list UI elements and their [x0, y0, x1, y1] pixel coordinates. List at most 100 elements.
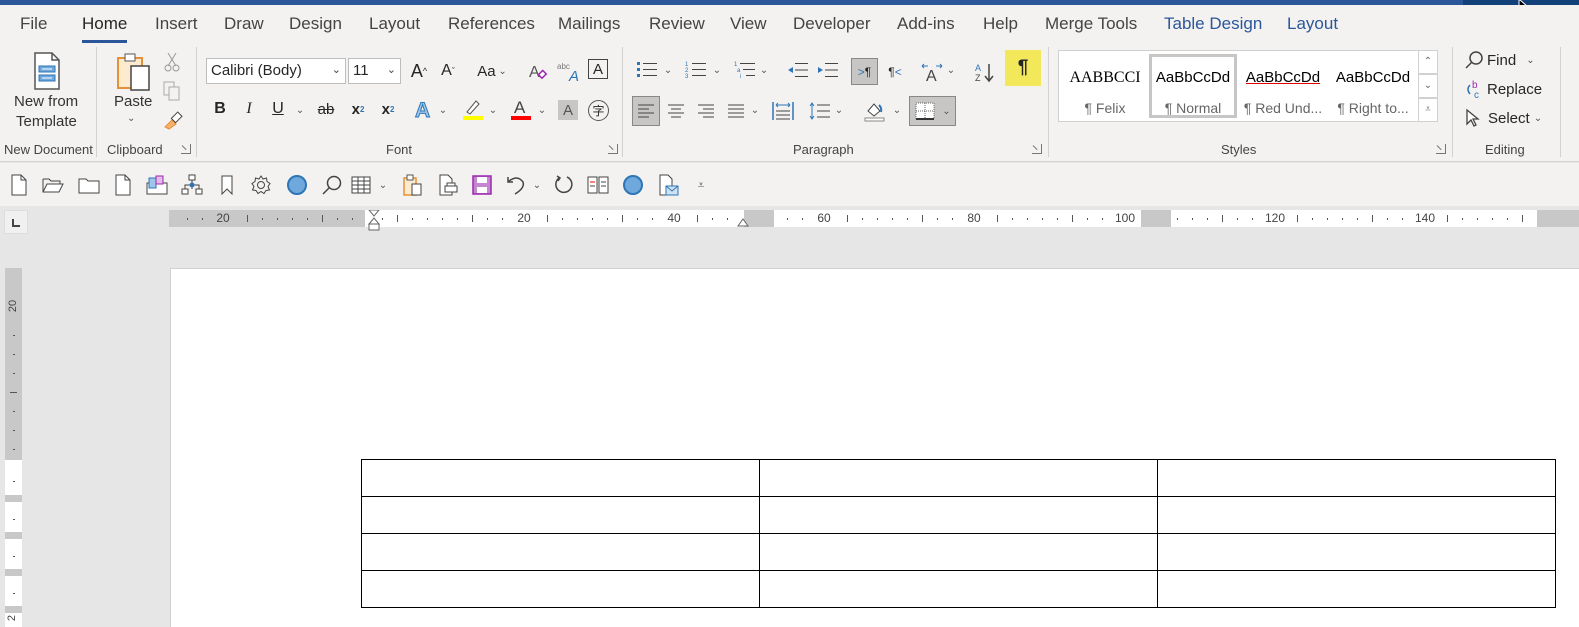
- align-right-icon[interactable]: [694, 98, 718, 124]
- table-cell[interactable]: [1157, 496, 1556, 534]
- undo-icon[interactable]: [504, 173, 528, 197]
- borders-button[interactable]: ⌄: [909, 96, 956, 126]
- document-table[interactable]: [361, 459, 1556, 608]
- undo-dropdown-chevron-icon[interactable]: ⌄: [530, 173, 544, 197]
- 3d-models-icon[interactable]: [145, 173, 169, 197]
- tab-table-design[interactable]: Table Design: [1164, 14, 1262, 34]
- font-launcher-icon[interactable]: [608, 144, 618, 154]
- align-center-icon[interactable]: [664, 98, 688, 124]
- tab-developer[interactable]: Developer: [793, 14, 871, 34]
- styles-scroll-down-icon[interactable]: ⌄: [1418, 74, 1438, 98]
- find-button[interactable]: Find ⌄: [1464, 49, 1544, 71]
- indent-marker-icon[interactable]: [365, 210, 385, 236]
- font-name-dropdown[interactable]: Calibri (Body) ⌄: [206, 58, 346, 84]
- clear-formatting-icon[interactable]: A: [527, 58, 549, 84]
- font-size-dropdown[interactable]: 11 ⌄: [348, 58, 401, 84]
- tab-layout[interactable]: Layout: [369, 14, 420, 34]
- shading-icon[interactable]: [862, 98, 888, 124]
- new-doc-icon[interactable]: [7, 173, 31, 197]
- table-cell[interactable]: [759, 459, 1158, 497]
- style-right-to[interactable]: AaBbCcDd ¶ Right to...: [1329, 54, 1417, 118]
- font-color-icon[interactable]: A: [509, 96, 533, 122]
- new-from-template-label-1[interactable]: New from: [14, 93, 78, 110]
- select-button[interactable]: Select ⌄: [1464, 107, 1554, 129]
- table-cell[interactable]: [361, 570, 760, 608]
- styles-scroll-up-icon[interactable]: ⌃: [1418, 50, 1438, 74]
- style-normal[interactable]: AaBbCcDd ¶ Normal: [1149, 54, 1237, 118]
- clipboard-launcher-icon[interactable]: [181, 144, 191, 154]
- tab-mailings[interactable]: Mailings: [558, 14, 620, 34]
- sort-icon[interactable]: AZ: [973, 58, 997, 85]
- customize-qat-icon[interactable]: ⩡: [694, 173, 708, 197]
- bullets-dropdown-chevron-icon[interactable]: ⌄: [662, 61, 674, 79]
- ruler-column-marker[interactable]: [1141, 210, 1171, 227]
- strikethrough-button[interactable]: ab: [314, 98, 338, 120]
- highlight-color-icon[interactable]: [461, 96, 485, 122]
- text-effects-dropdown-chevron-icon[interactable]: ⌄: [437, 101, 449, 119]
- table-cell[interactable]: [361, 496, 760, 534]
- table-cell[interactable]: [1157, 459, 1556, 497]
- tab-home[interactable]: Home: [82, 14, 128, 43]
- table-dropdown-chevron-icon[interactable]: ⌄: [376, 173, 390, 197]
- change-case-button[interactable]: Aa ⌄: [473, 58, 511, 84]
- tab-add-ins[interactable]: Add-ins: [897, 14, 955, 34]
- style-felix[interactable]: AABBCCI ¶ Felix: [1061, 54, 1149, 118]
- tab-view[interactable]: View: [730, 14, 767, 34]
- table-cell[interactable]: [1157, 570, 1556, 608]
- highlight-dropdown-chevron-icon[interactable]: ⌄: [487, 101, 499, 119]
- text-effects-abc-icon[interactable]: abc A: [557, 58, 581, 84]
- underline-dropdown-chevron-icon[interactable]: ⌄: [294, 101, 306, 119]
- blank-page-icon[interactable]: [111, 173, 135, 197]
- redo-icon[interactable]: [552, 173, 576, 197]
- document-page[interactable]: [170, 268, 1579, 627]
- increase-indent-icon[interactable]: [816, 59, 840, 81]
- settings-gear-icon[interactable]: [249, 173, 273, 197]
- paste-icon[interactable]: [114, 51, 154, 93]
- distributed-icon[interactable]: [771, 98, 795, 124]
- table-cell[interactable]: [361, 533, 760, 571]
- table-cell[interactable]: [759, 533, 1158, 571]
- read-mode-icon[interactable]: [586, 173, 610, 197]
- tab-review[interactable]: Review: [649, 14, 705, 34]
- character-shading-icon[interactable]: A: [558, 100, 578, 120]
- enclose-characters-icon[interactable]: 字: [588, 100, 609, 121]
- paragraph-launcher-icon[interactable]: [1032, 144, 1042, 154]
- copy-icon[interactable]: [162, 81, 182, 101]
- decrease-indent-icon[interactable]: [786, 59, 810, 81]
- bookmark-icon[interactable]: [215, 173, 239, 197]
- justify-dropdown-chevron-icon[interactable]: ⌄: [749, 101, 761, 119]
- table-cell[interactable]: [361, 459, 760, 497]
- new-from-template-label-2[interactable]: Template: [16, 113, 77, 130]
- ruler-row-marker[interactable]: [5, 569, 22, 576]
- blue-circle-icon[interactable]: [285, 173, 309, 197]
- align-left-icon[interactable]: [632, 96, 660, 126]
- multilevel-list-icon[interactable]: 1ai: [733, 59, 757, 81]
- save-icon[interactable]: [470, 173, 494, 197]
- open-folder-icon[interactable]: [41, 173, 65, 197]
- email-doc-icon[interactable]: [657, 173, 681, 197]
- tab-table-layout[interactable]: Layout: [1287, 14, 1338, 34]
- line-spacing-icon[interactable]: [808, 98, 832, 124]
- right-indent-marker-icon[interactable]: [737, 217, 749, 227]
- tab-design[interactable]: Design: [289, 14, 342, 34]
- table-icon[interactable]: [350, 173, 372, 197]
- numbering-icon[interactable]: 123: [684, 59, 708, 81]
- bold-button[interactable]: B: [210, 98, 230, 120]
- search-icon[interactable]: [320, 173, 344, 197]
- cut-icon[interactable]: [162, 52, 182, 72]
- multilevel-dropdown-chevron-icon[interactable]: ⌄: [758, 61, 770, 79]
- styles-more-icon[interactable]: ⩡: [1418, 98, 1438, 122]
- italic-button[interactable]: I: [239, 98, 259, 120]
- font-color-dropdown-chevron-icon[interactable]: ⌄: [536, 101, 548, 119]
- character-border-icon[interactable]: A: [588, 59, 608, 79]
- ruler-row-marker[interactable]: [5, 495, 22, 502]
- show-hide-marks-button[interactable]: ¶: [1005, 50, 1041, 86]
- numbering-dropdown-chevron-icon[interactable]: ⌄: [711, 61, 723, 79]
- right-to-left-icon[interactable]: ¶ <: [883, 58, 907, 85]
- paste-label[interactable]: Paste: [114, 93, 152, 110]
- tab-file[interactable]: File: [20, 14, 47, 34]
- tab-merge-tools[interactable]: Merge Tools: [1045, 14, 1137, 34]
- bullets-icon[interactable]: [635, 59, 659, 81]
- subscript-button[interactable]: x2: [348, 98, 368, 120]
- print-preview-icon[interactable]: [436, 173, 460, 197]
